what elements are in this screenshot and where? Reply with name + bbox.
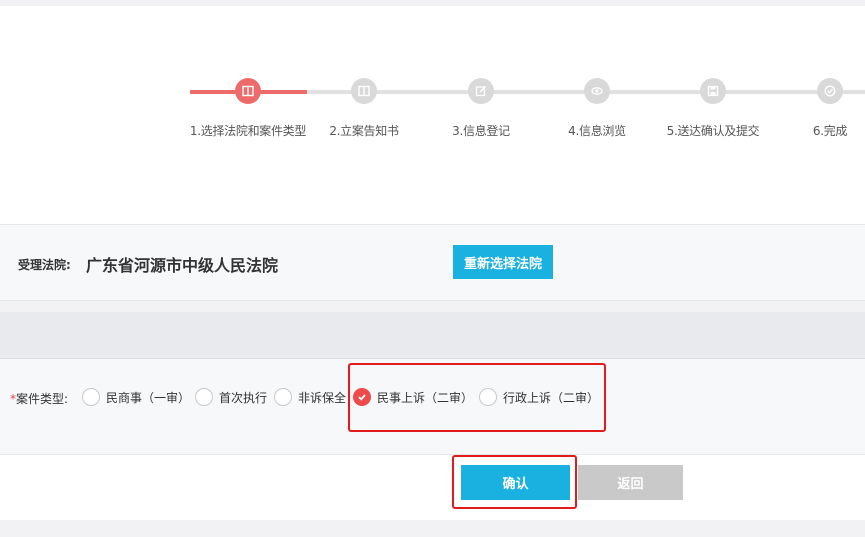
step-5: 5.送达确认及提交 [653, 78, 773, 139]
step-2-label: 2.立案告知书 [329, 124, 399, 138]
radio-label: 民商事（一审） [106, 390, 191, 405]
check-icon [817, 78, 843, 104]
court-row: 受理法院: 广东省河源市中级人民法院 重新选择法院 [0, 224, 865, 301]
radio-label: 首次执行 [219, 390, 268, 405]
highlight-annotation-case-type [348, 363, 606, 432]
highlight-annotation-confirm [452, 455, 577, 509]
back-button[interactable]: 返回 [578, 465, 683, 500]
edit-icon [468, 78, 494, 104]
step-1: 1.选择法院和案件类型 [188, 78, 308, 139]
step-progress-panel: 1.选择法院和案件类型 2.立案告知书 3.信息登记 4.信息浏览 5.送达确认… [0, 6, 865, 224]
radio-label: 非诉保全 [298, 390, 347, 405]
case-type-label: *案件类型: [10, 390, 68, 407]
court-name: 广东省河源市中级人民法院 [86, 256, 279, 275]
step-4: 4.信息浏览 [537, 78, 657, 139]
book-icon [351, 78, 377, 104]
step-1-label: 1.选择法院和案件类型 [189, 124, 307, 138]
radio-option-first-execution[interactable]: 首次执行 [195, 388, 267, 406]
action-button-row: 确认 返回 [0, 455, 865, 520]
step-3-label: 3.信息登记 [452, 124, 510, 138]
reselect-court-button[interactable]: 重新选择法院 [453, 245, 553, 279]
radio-option-civil-first-instance[interactable]: 民商事（一审） [82, 388, 190, 406]
save-icon [700, 78, 726, 104]
step-6: 6.完成 [770, 78, 865, 139]
step-6-label: 6.完成 [812, 124, 848, 138]
step-5-label: 5.送达确认及提交 [666, 124, 760, 138]
step-3: 3.信息登记 [421, 78, 541, 139]
radio-option-non-litigation-preservation[interactable]: 非诉保全 [274, 388, 346, 406]
step-2: 2.立案告知书 [304, 78, 424, 139]
radio-button[interactable] [82, 388, 100, 406]
court-label: 受理法院: [18, 258, 71, 272]
step-4-label: 4.信息浏览 [568, 124, 626, 138]
case-type-label-text: 案件类型: [16, 392, 69, 406]
book-icon [235, 78, 261, 104]
eye-icon [584, 78, 610, 104]
radio-button[interactable] [195, 388, 213, 406]
radio-button[interactable] [274, 388, 292, 406]
section-divider [0, 312, 865, 359]
